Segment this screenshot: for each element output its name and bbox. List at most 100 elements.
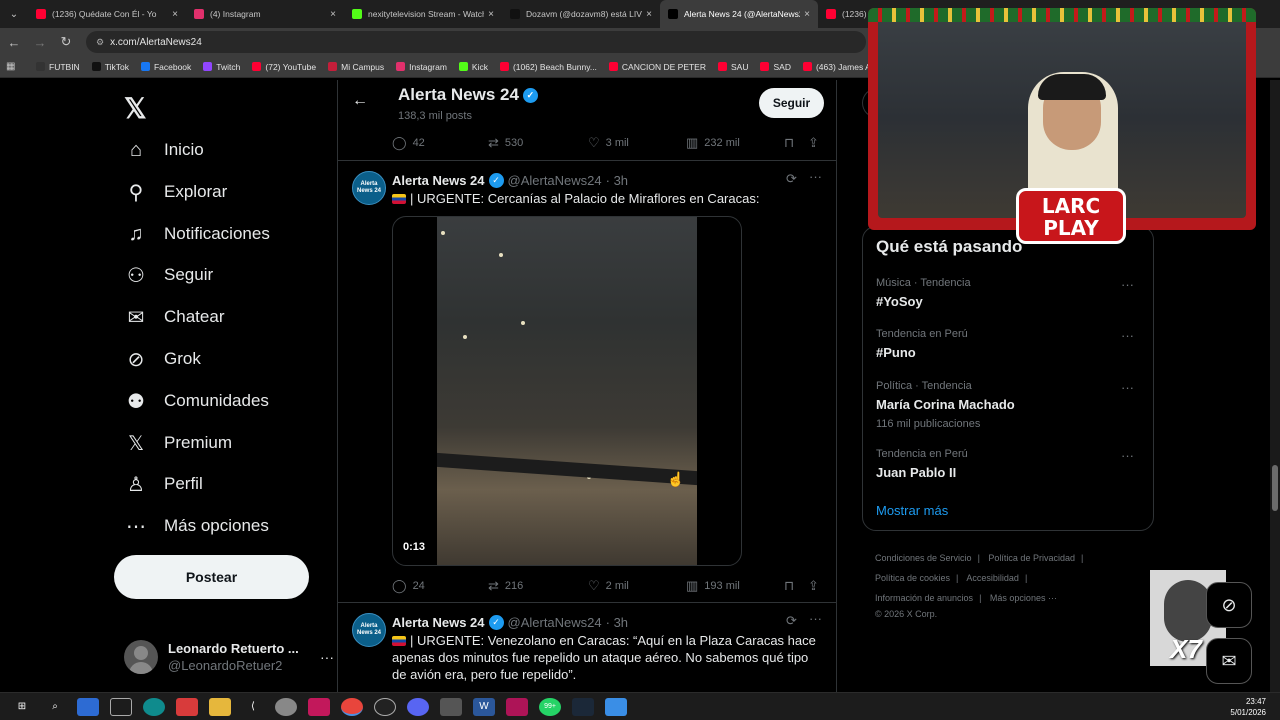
like-button[interactable]: ♡ 2 mil [588, 578, 629, 594]
tweet-author-handle[interactable]: @AlertaNews24 [508, 615, 602, 630]
bookmark-item[interactable]: Instagram [396, 62, 447, 72]
tab-close-icon[interactable]: × [172, 9, 178, 20]
capcut-icon[interactable]: ⟨ [242, 698, 264, 716]
tab-close-icon[interactable]: × [330, 9, 336, 20]
share-button[interactable]: ⇪ [808, 578, 825, 594]
discord-icon[interactable] [407, 697, 429, 716]
more-icon[interactable]: ··· [1121, 277, 1134, 292]
share-button[interactable]: ⇪ [808, 135, 825, 151]
nav-item-seguir[interactable]: ⚇ Seguir [124, 255, 213, 295]
bookmark-item[interactable]: Twitch [203, 62, 240, 72]
follow-button[interactable]: Seguir [759, 88, 824, 118]
bookmark-item[interactable]: SAD [760, 62, 791, 72]
bookmark-item[interactable]: FUTBIN [36, 62, 80, 72]
x-logo-icon[interactable]: 𝕏 [124, 92, 147, 125]
post-button[interactable]: Postear [114, 555, 309, 599]
repost-button[interactable]: ⇄ 530 [488, 135, 523, 151]
search-icon[interactable]: ⌕ [44, 698, 66, 716]
nav-item-grok[interactable]: ⊘ Grok [124, 339, 201, 379]
privacy-link[interactable]: Política de Privacidad [988, 553, 1075, 563]
ads-info-link[interactable]: Información de anuncios [875, 593, 973, 603]
tab-close-icon[interactable]: × [646, 9, 652, 20]
windows-start-icon[interactable]: ⊞ [11, 698, 33, 716]
terms-link[interactable]: Condiciones de Servicio [875, 553, 972, 563]
nav-item-explorar[interactable]: ⚲ Explorar [124, 172, 228, 212]
calculator-icon[interactable] [440, 697, 462, 716]
tweet-time[interactable]: · 3h [606, 173, 628, 188]
bookmark-item[interactable]: TikTok [91, 62, 129, 72]
tweet-author-name[interactable]: Alerta News 24 [392, 173, 485, 188]
tweet-author-name[interactable]: Alerta News 24 [392, 615, 485, 630]
nav-item-inicio[interactable]: ⌂ Inicio [124, 130, 204, 170]
reply-button[interactable]: ◯ 24 [392, 578, 425, 594]
more-icon[interactable]: ··· [1121, 448, 1134, 463]
tweet-avatar[interactable]: Alerta News 24 [352, 171, 386, 205]
grok-icon[interactable]: ⟳ [786, 613, 797, 629]
trend-item[interactable]: Tendencia en Perú Juan Pablo II ··· [876, 448, 1142, 480]
back-arrow-icon[interactable]: ← [352, 92, 368, 110]
trend-item[interactable]: Tendencia en Perú #Puno ··· [876, 328, 1142, 360]
bookmark-item[interactable]: Facebook [140, 62, 191, 72]
views-button[interactable]: ▥ 232 mil [686, 135, 740, 151]
like-button[interactable]: ♡ 3 mil [588, 135, 629, 151]
more-icon[interactable]: ··· [320, 649, 334, 665]
store-icon[interactable] [77, 697, 99, 716]
nav-item-perfil[interactable]: ♙ Perfil [124, 464, 203, 504]
accessibility-link[interactable]: Accesibilidad [966, 573, 1019, 583]
bookmark-button[interactable]: ⊓ [784, 578, 800, 594]
more-icon[interactable]: ··· [1121, 328, 1134, 343]
forward-icon[interactable]: → [28, 30, 52, 54]
more-options-link[interactable]: Más opciones ··· [990, 593, 1057, 603]
word-icon[interactable]: W [473, 697, 495, 716]
folder-icon[interactable] [209, 697, 231, 716]
tab-close-icon[interactable]: × [804, 9, 810, 20]
reload-icon[interactable]: ↻ [54, 30, 78, 54]
tweet-author-handle[interactable]: @AlertaNews24 [508, 173, 602, 188]
system-clock[interactable]: 23:47 5/01/2026 [1230, 696, 1266, 718]
show-more-link[interactable]: Mostrar más [876, 503, 948, 518]
browser-tab[interactable]: Dozavm (@dozavm8) está LIVE × [502, 0, 660, 28]
bookmark-item[interactable]: CANCION DE PETER [608, 62, 706, 72]
browser-tab[interactable]: Alerta News 24 (@AlertaNews2 × [660, 0, 818, 28]
task-view-icon[interactable] [110, 697, 132, 716]
bookmark-button[interactable]: ⊓ [784, 135, 800, 151]
cookies-link[interactable]: Política de cookies [875, 573, 950, 583]
nav-item-notificaciones[interactable]: ♫ Notificaciones [124, 214, 270, 254]
account-switcher[interactable]: Leonardo Retuerto ... @LeonardoRetuer2 ·… [124, 638, 334, 676]
browser-tab[interactable]: (1236) Quédate Con Él - Yo × [28, 0, 186, 28]
photos-icon[interactable] [605, 697, 627, 716]
bookmark-item[interactable]: Kick [458, 62, 488, 72]
messages-float-button[interactable]: ✉ [1206, 638, 1252, 684]
app-icon[interactable] [275, 697, 297, 716]
edge-icon[interactable] [143, 697, 165, 716]
bookmark-item[interactable]: (1062) Beach Bunny... [499, 62, 597, 72]
more-icon[interactable]: ··· [809, 169, 822, 184]
apps-grid-icon[interactable]: ▦ [6, 61, 22, 72]
reply-button[interactable]: ◯ 42 [392, 135, 425, 151]
video-app-icon[interactable] [176, 697, 198, 716]
scrollbar[interactable] [1270, 80, 1280, 692]
app-pink-icon[interactable] [308, 697, 330, 716]
obs-icon[interactable] [374, 697, 396, 716]
bookmark-item[interactable]: SAU [718, 62, 748, 72]
grok-icon[interactable]: ⟳ [786, 171, 797, 187]
site-info-icon[interactable]: ⚙ [96, 37, 104, 48]
whatsapp-icon[interactable]: 99+ [539, 697, 561, 716]
more-icon[interactable]: ··· [809, 611, 822, 626]
tab-close-icon[interactable]: × [488, 9, 494, 20]
app-magenta-icon[interactable] [506, 697, 528, 716]
steam-icon[interactable] [572, 697, 594, 716]
nav-item-comunidades[interactable]: ⚉ Comunidades [124, 381, 269, 421]
tweet-avatar[interactable]: Alerta News 24 [352, 613, 386, 647]
scroll-thumb[interactable] [1272, 465, 1278, 511]
chrome-icon[interactable] [341, 697, 363, 716]
trend-item[interactable]: Política · Tendencia María Corina Machado… [876, 380, 1142, 430]
more-icon[interactable]: ··· [1121, 380, 1134, 395]
browser-tab[interactable]: nexitytelevision Stream - Watch × [344, 0, 502, 28]
tab-search-icon[interactable]: ⌄ [0, 0, 28, 28]
back-icon[interactable]: ← [2, 30, 26, 54]
tweet-time[interactable]: · 3h [606, 615, 628, 630]
trend-item[interactable]: Música · Tendencia #YoSoy ··· [876, 277, 1142, 309]
tweet[interactable]: Alerta News 24 Alerta News 24 ✓ @AlertaN… [338, 161, 836, 601]
grok-float-button[interactable]: ⊘ [1206, 582, 1252, 628]
